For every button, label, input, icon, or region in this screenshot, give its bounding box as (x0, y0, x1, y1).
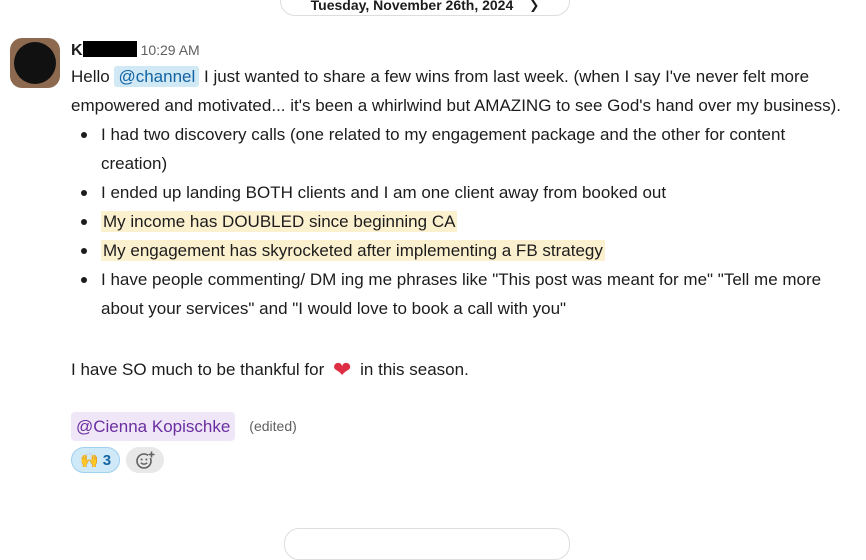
author-name[interactable]: K (71, 39, 137, 63)
mention-line: @Cienna Kopischke (edited) (71, 412, 851, 441)
intro-paragraph: Hello @channel I just wanted to share a … (71, 66, 841, 115)
heart-icon: ❤ (332, 357, 352, 382)
avatar[interactable] (10, 38, 60, 88)
reaction-count: 3 (102, 451, 112, 469)
raised-hands-icon: 🙌 (80, 451, 99, 469)
list-item: My engagement has skyrocketed after impl… (81, 236, 851, 265)
edited-label: (edited) (249, 418, 297, 434)
add-reaction-button[interactable] (126, 447, 165, 473)
reaction-raised-hands[interactable]: 🙌 3 (71, 447, 121, 473)
highlighted-text: My income has DOUBLED since beginning CA (101, 211, 458, 232)
reactions-bar: 🙌 3 (71, 447, 851, 473)
add-reaction-icon (136, 451, 156, 469)
date-divider-label: Tuesday, November 26th, 2024 (310, 0, 514, 13)
wins-list: I had two discovery calls (one related t… (71, 120, 851, 323)
chevron-down-icon: ❯ (529, 0, 540, 12)
message: K 10:29 AM Hello @channel I just wanted … (71, 38, 851, 473)
highlighted-text: My engagement has skyrocketed after impl… (101, 240, 605, 261)
message-timestamp[interactable]: 10:29 AM (141, 38, 200, 62)
user-mention[interactable]: @Cienna Kopischke (71, 412, 236, 441)
closing-paragraph: I have SO much to be thankful for ❤ in t… (71, 357, 469, 382)
channel-mention[interactable]: @channel (114, 66, 200, 87)
date-divider-pill-next[interactable] (284, 528, 570, 560)
list-item: I had two discovery calls (one related t… (81, 120, 851, 178)
redaction-bar (82, 41, 137, 57)
message-header: K 10:29 AM (71, 38, 851, 62)
message-body: Hello @channel I just wanted to share a … (71, 62, 851, 473)
list-item: My income has DOUBLED since beginning CA (81, 207, 851, 236)
list-item: I ended up landing BOTH clients and I am… (81, 178, 851, 207)
list-item: I have people commenting/ DM ing me phra… (81, 265, 851, 323)
avatar-image (14, 42, 56, 84)
date-divider-pill[interactable]: Tuesday, November 26th, 2024 ❯ (280, 0, 570, 16)
